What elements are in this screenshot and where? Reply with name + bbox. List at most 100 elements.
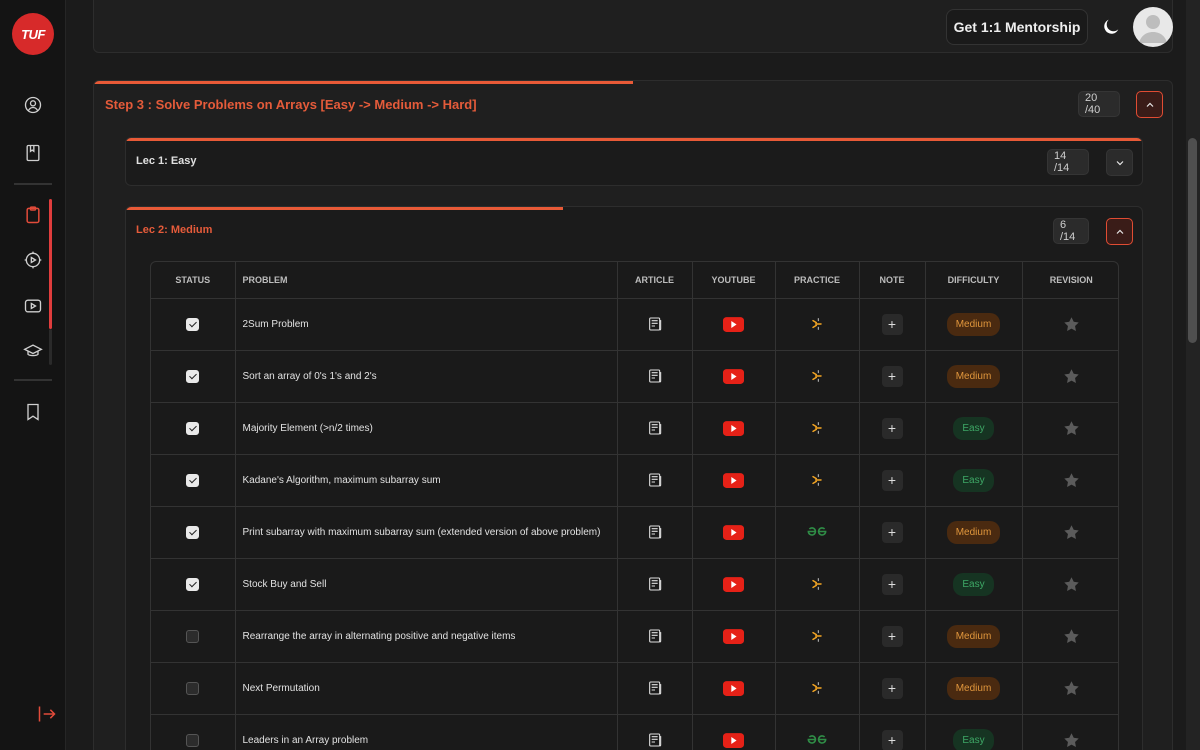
status-cell	[151, 506, 236, 559]
problem-name[interactable]: Next Permutation	[235, 662, 618, 715]
youtube-icon[interactable]	[21, 294, 45, 318]
lecture-collapse-button[interactable]	[1106, 218, 1133, 245]
youtube-icon[interactable]	[723, 628, 744, 644]
mentorship-button[interactable]: Get 1:1 Mentorship	[946, 9, 1088, 45]
difficulty-badge: Medium	[946, 312, 1001, 336]
star-icon[interactable]	[1062, 679, 1081, 698]
lecture-expand-button[interactable]	[1106, 149, 1133, 176]
page-scrollbar[interactable]	[1186, 0, 1200, 750]
avatar[interactable]	[1133, 7, 1173, 47]
status-checkbox[interactable]	[186, 369, 200, 383]
status-checkbox[interactable]	[186, 421, 200, 435]
problem-name[interactable]: Stock Buy and Sell	[235, 558, 618, 611]
status-cell	[151, 610, 236, 663]
chevron-down-icon	[1116, 160, 1123, 165]
article-icon[interactable]	[647, 576, 663, 592]
gfg-icon[interactable]	[806, 734, 828, 745]
article-icon[interactable]	[647, 472, 663, 488]
step-collapse-button[interactable]	[1136, 91, 1163, 118]
problems-table: Status Problem Article Youtube Practice …	[150, 261, 1119, 750]
codestudio-icon[interactable]	[809, 628, 825, 644]
status-checkbox[interactable]	[186, 473, 200, 487]
bookmark-icon[interactable]	[21, 400, 45, 424]
star-icon[interactable]	[1062, 471, 1081, 490]
status-cell	[151, 350, 236, 403]
profile-icon[interactable]	[21, 93, 45, 117]
graduation-cap-icon[interactable]	[21, 339, 45, 363]
problem-name[interactable]: Majority Element (>n/2 times)	[235, 402, 618, 455]
lecture-title[interactable]: Lec 1: Easy	[136, 155, 197, 167]
revision-cell	[1022, 506, 1118, 559]
add-note-button[interactable]: +	[881, 313, 903, 335]
lecture-title[interactable]: Lec 2: Medium	[136, 224, 212, 236]
problem-name[interactable]: Sort an array of 0's 1's and 2's	[235, 350, 618, 403]
star-icon[interactable]	[1062, 575, 1081, 594]
star-icon[interactable]	[1062, 367, 1081, 386]
revision-cell	[1022, 714, 1118, 750]
codestudio-icon[interactable]	[809, 576, 825, 592]
problem-name[interactable]: 2Sum Problem	[235, 298, 618, 351]
add-note-button[interactable]: +	[881, 625, 903, 647]
problem-name[interactable]: Kadane's Algorithm, maximum subarray sum	[235, 454, 618, 507]
codestudio-icon[interactable]	[809, 316, 825, 332]
status-checkbox[interactable]	[186, 629, 200, 643]
column-header-note: Note	[859, 262, 926, 299]
status-checkbox[interactable]	[186, 317, 200, 331]
article-icon[interactable]	[647, 680, 663, 696]
problem-name[interactable]: Rearrange the array in alternating posit…	[235, 610, 618, 663]
article-icon[interactable]	[647, 420, 663, 436]
article-icon[interactable]	[647, 524, 663, 540]
article-icon[interactable]	[647, 368, 663, 384]
star-icon[interactable]	[1062, 315, 1081, 334]
star-icon[interactable]	[1062, 419, 1081, 438]
article-cell	[617, 610, 693, 663]
book-icon[interactable]	[21, 141, 45, 165]
table-row: Leaders in an Array problem + Easy	[151, 714, 1118, 750]
star-icon[interactable]	[1062, 627, 1081, 646]
logout-icon[interactable]	[35, 702, 59, 726]
youtube-icon[interactable]	[723, 732, 744, 748]
problem-name[interactable]: Print subarray with maximum subarray sum…	[235, 506, 618, 559]
status-checkbox[interactable]	[186, 733, 200, 747]
chevron-up-icon	[1116, 229, 1123, 234]
star-icon[interactable]	[1062, 731, 1081, 750]
codestudio-icon[interactable]	[809, 420, 825, 436]
status-cell	[151, 454, 236, 507]
status-checkbox[interactable]	[186, 681, 200, 695]
add-note-button[interactable]: +	[881, 521, 903, 543]
article-icon[interactable]	[647, 316, 663, 332]
problem-name[interactable]: Leaders in an Array problem	[235, 714, 618, 750]
gfg-icon[interactable]	[806, 526, 828, 537]
status-checkbox[interactable]	[186, 525, 200, 539]
youtube-icon[interactable]	[723, 472, 744, 488]
page-scrollbar-thumb[interactable]	[1188, 138, 1197, 343]
codestudio-icon[interactable]	[809, 472, 825, 488]
article-icon[interactable]	[647, 732, 663, 748]
star-icon[interactable]	[1062, 523, 1081, 542]
codestudio-icon[interactable]	[809, 680, 825, 696]
youtube-icon[interactable]	[723, 368, 744, 384]
clipboard-icon[interactable]	[21, 203, 45, 227]
add-note-button[interactable]: +	[881, 469, 903, 491]
add-note-button[interactable]: +	[881, 573, 903, 595]
moon-icon[interactable]	[1100, 16, 1122, 38]
sidebar-active-indicator	[49, 199, 52, 329]
article-cell	[617, 402, 693, 455]
youtube-icon[interactable]	[723, 420, 744, 436]
add-note-button[interactable]: +	[881, 365, 903, 387]
article-icon[interactable]	[647, 628, 663, 644]
youtube-cell	[692, 558, 776, 611]
settings-play-icon[interactable]	[21, 248, 45, 272]
add-note-button[interactable]: +	[881, 729, 903, 750]
note-cell: +	[859, 558, 926, 611]
youtube-icon[interactable]	[723, 316, 744, 332]
add-note-button[interactable]: +	[881, 417, 903, 439]
status-checkbox[interactable]	[186, 577, 200, 591]
youtube-icon[interactable]	[723, 524, 744, 540]
step-title[interactable]: Step 3 : Solve Problems on Arrays [Easy …	[105, 97, 477, 112]
add-note-button[interactable]: +	[881, 677, 903, 699]
tuf-logo[interactable]: TUF	[12, 13, 54, 55]
youtube-icon[interactable]	[723, 680, 744, 696]
codestudio-icon[interactable]	[809, 368, 825, 384]
youtube-icon[interactable]	[723, 576, 744, 592]
